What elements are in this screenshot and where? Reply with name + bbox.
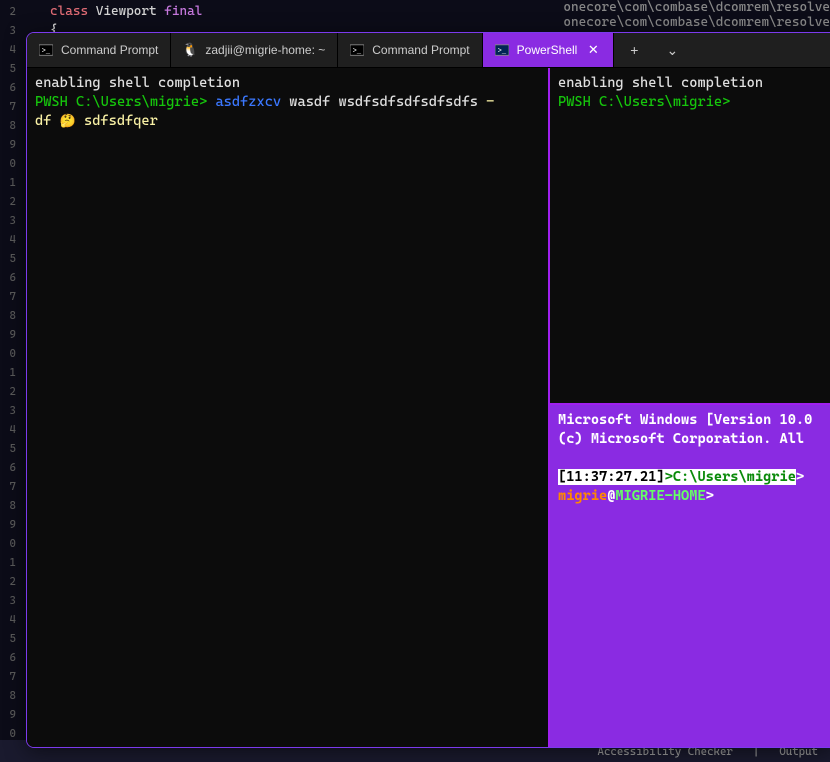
line-number: 6 xyxy=(0,458,16,477)
line-number: 3 xyxy=(0,401,16,420)
line-number: 8 xyxy=(0,496,16,515)
tux-icon: 🐧 xyxy=(183,43,197,57)
line-number: 4 xyxy=(0,420,16,439)
line-number: 1 xyxy=(0,553,16,572)
tab-zadjii-migrie-home-[interactable]: 🐧 zadjii@migrie-home: ~ xyxy=(171,33,338,67)
line-number: 0 xyxy=(0,344,16,363)
tabbar-actions: +⌄ xyxy=(624,33,682,67)
cmd-icon: >_ xyxy=(39,43,53,57)
line-number: 5 xyxy=(0,629,16,648)
editor-right-log: onecore\com\combase\dcomrem\resolveoneco… xyxy=(563,0,830,30)
line-number: 0 xyxy=(0,154,16,173)
shell-line: enabling shell completion xyxy=(35,74,540,93)
prompt-gt3: > xyxy=(706,488,714,504)
pane-right-bottom[interactable]: Microsoft Windows [Version 10.0 (c) Micr… xyxy=(550,405,830,747)
line-number: 5 xyxy=(0,249,16,268)
log-path-line: onecore\com\combase\dcomrem\resolve xyxy=(563,15,830,30)
line-number-gutter: 234567890123456789012345678901234567890 xyxy=(0,0,20,762)
command-cont2: sdfsdfqer xyxy=(84,113,158,129)
close-icon[interactable]: ✕ xyxy=(585,42,601,58)
keyword-final: final xyxy=(164,4,202,19)
line-number: 3 xyxy=(0,591,16,610)
log-path-line: onecore\com\combase\dcomrem\resolve xyxy=(563,0,830,15)
prompt-gt2: > xyxy=(796,469,804,485)
tab-label: Command Prompt xyxy=(372,43,469,57)
svg-text:>_: >_ xyxy=(353,48,362,56)
line-number: 3 xyxy=(0,21,16,40)
line-number: 4 xyxy=(0,230,16,249)
line-number: 8 xyxy=(0,116,16,135)
line-number: 7 xyxy=(0,97,16,116)
prompt: PWSH C:\Users\migrie> xyxy=(558,93,823,112)
line-number: 6 xyxy=(0,268,16,287)
tab-label: Command Prompt xyxy=(61,43,158,57)
line-number: 1 xyxy=(0,363,16,382)
type-name: Viewport xyxy=(96,4,157,19)
line-number: 2 xyxy=(0,572,16,591)
keyword-class: class xyxy=(50,4,88,19)
line-number: 5 xyxy=(0,439,16,458)
line-number: 9 xyxy=(0,705,16,724)
winver-line: Microsoft Windows [Version 10.0 xyxy=(558,411,823,430)
line-number: 2 xyxy=(0,192,16,211)
terminal-window: >_ Command Prompt 🐧 zadjii@migrie-home: ~ >_… xyxy=(26,32,830,748)
shell-line: enabling shell completion xyxy=(558,74,823,93)
line-number: 2 xyxy=(0,2,16,21)
line-number: 4 xyxy=(0,40,16,59)
line-number: 2 xyxy=(0,382,16,401)
terminal-panes: enabling shell completion PWSH C:\Users\… xyxy=(27,68,830,747)
line-number: 1 xyxy=(0,173,16,192)
line-number: 5 xyxy=(0,59,16,78)
tab-label: PowerShell xyxy=(517,43,578,57)
line-number: 9 xyxy=(0,515,16,534)
powershell-icon: >_ xyxy=(495,43,509,57)
tab-bar: >_ Command Prompt 🐧 zadjii@migrie-home: ~ >_… xyxy=(27,33,830,68)
copyright-line: (c) Microsoft Corporation. All xyxy=(558,430,823,449)
line-number: 8 xyxy=(0,306,16,325)
command-dash: - xyxy=(486,94,494,110)
thinking-emoji-icon: 🤔 xyxy=(60,114,76,129)
prompt: PWSH C:\Users\migrie> xyxy=(35,94,207,110)
prompt-gt: > xyxy=(665,469,673,485)
new-tab-button[interactable]: + xyxy=(624,42,644,58)
line-number: 6 xyxy=(0,648,16,667)
prompt-path: C:\Users\migrie xyxy=(673,469,796,485)
pane-left[interactable]: enabling shell completion PWSH C:\Users\… xyxy=(27,68,550,747)
line-number: 8 xyxy=(0,686,16,705)
line-number: 9 xyxy=(0,325,16,344)
svg-text:>_: >_ xyxy=(42,48,51,56)
command-token: asdfzxcv xyxy=(215,94,281,110)
prompt-user: migrie xyxy=(558,488,607,504)
tab-dropdown-icon[interactable]: ⌄ xyxy=(662,42,682,59)
line-number: 4 xyxy=(0,610,16,629)
line-number: 7 xyxy=(0,287,16,306)
timestamp: [11:37:27.21] xyxy=(558,469,665,485)
tab-command-prompt[interactable]: >_ Command Prompt xyxy=(27,33,171,67)
pane-right-top[interactable]: enabling shell completion PWSH C:\Users\… xyxy=(550,68,830,405)
tab-label: zadjii@migrie-home: ~ xyxy=(205,43,325,57)
cmd-icon: >_ xyxy=(350,43,364,57)
line-number: 7 xyxy=(0,667,16,686)
command-cont: df xyxy=(35,113,60,129)
prompt-host: MIGRIE-HOME xyxy=(615,488,705,504)
line-number: 7 xyxy=(0,477,16,496)
svg-text:>_: >_ xyxy=(497,48,506,56)
command-args: wasdf wsdfsdfsdfsdfsdfs xyxy=(289,94,478,110)
line-number: 9 xyxy=(0,135,16,154)
line-number: 6 xyxy=(0,78,16,97)
tab-command-prompt[interactable]: >_ Command Prompt xyxy=(338,33,482,67)
line-number: 0 xyxy=(0,534,16,553)
line-number: 3 xyxy=(0,211,16,230)
pane-right-column: enabling shell completion PWSH C:\Users\… xyxy=(550,68,830,747)
tab-powershell[interactable]: >_ PowerShell ✕ xyxy=(483,33,615,67)
